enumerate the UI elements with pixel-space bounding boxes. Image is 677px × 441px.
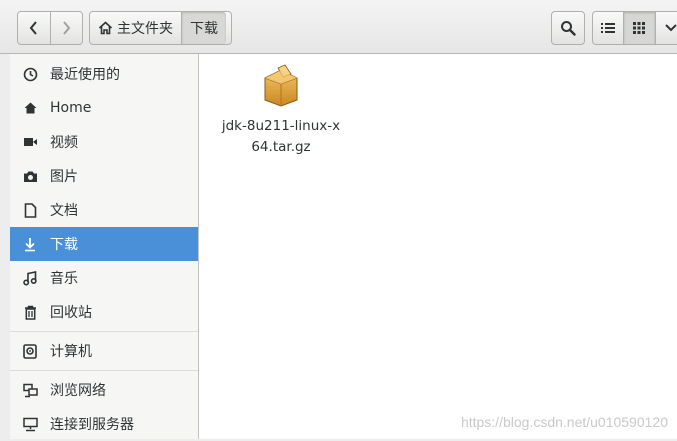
forward-button[interactable] xyxy=(49,12,83,44)
path-crumb-home-label: 主文件夹 xyxy=(117,21,173,37)
file-name: jdk-8u211-linux-x64.tar.gz xyxy=(221,118,341,155)
home-icon xyxy=(98,21,113,35)
path-crumb-home[interactable]: 主文件夹 xyxy=(90,12,181,44)
sidebar-item-connect-server[interactable]: 连接到服务器 xyxy=(10,407,198,441)
sidebar-item-videos[interactable]: 视频 xyxy=(10,125,198,159)
video-icon xyxy=(22,134,38,150)
sidebar-item-label: 文档 xyxy=(50,203,78,219)
computer-icon xyxy=(22,343,38,359)
places-sidebar: 最近使用的 Home 视频 图片 文档 下载 音乐 回收站 计算机 浏览网络 连… xyxy=(10,54,199,439)
list-view-button[interactable] xyxy=(593,12,623,44)
chevron-left-icon xyxy=(29,21,37,35)
sidebar-item-downloads[interactable]: 下载 xyxy=(10,227,198,261)
camera-icon xyxy=(22,168,38,184)
view-options-button[interactable] xyxy=(654,12,677,44)
sidebar-separator xyxy=(10,370,198,371)
sidebar-item-recent[interactable]: 最近使用的 xyxy=(10,57,198,91)
path-bar: 主文件夹 下载 xyxy=(89,11,232,45)
sidebar-item-computer[interactable]: 计算机 xyxy=(10,334,198,368)
chevron-down-icon xyxy=(665,24,677,32)
network-icon xyxy=(22,382,38,398)
search-icon xyxy=(561,21,576,36)
sidebar-item-label: Home xyxy=(50,100,92,116)
grid-view-icon xyxy=(633,22,646,34)
chevron-right-icon xyxy=(63,21,71,35)
grid-view-button[interactable] xyxy=(623,12,655,44)
sidebar-item-label: 视频 xyxy=(50,135,78,151)
sidebar-item-documents[interactable]: 文档 xyxy=(10,193,198,227)
download-icon xyxy=(22,236,38,252)
sidebar-item-music[interactable]: 音乐 xyxy=(10,261,198,295)
watermark-text: https://blog.csdn.net/u010590120 xyxy=(460,414,668,430)
sidebar-separator xyxy=(10,331,198,332)
document-icon xyxy=(22,202,38,218)
view-mode-buttons xyxy=(592,11,677,45)
trash-icon xyxy=(22,304,38,320)
sidebar-item-label: 下载 xyxy=(50,237,78,253)
music-icon xyxy=(22,270,38,286)
navigation-buttons xyxy=(17,11,83,45)
sidebar-item-pictures[interactable]: 图片 xyxy=(10,159,198,193)
sidebar-item-label: 音乐 xyxy=(50,271,78,287)
home-icon xyxy=(22,100,38,116)
sidebar-item-network[interactable]: 浏览网络 xyxy=(10,373,198,407)
sidebar-item-label: 连接到服务器 xyxy=(50,417,134,433)
sidebar-item-trash[interactable]: 回收站 xyxy=(10,295,198,329)
search-button[interactable] xyxy=(551,11,585,45)
path-crumb-current[interactable]: 下载 xyxy=(181,12,226,44)
header-bar: 主文件夹 下载 xyxy=(0,0,677,54)
sidebar-item-label: 回收站 xyxy=(50,305,92,321)
sidebar-item-label: 图片 xyxy=(50,169,78,185)
file-item[interactable]: jdk-8u211-linux-x64.tar.gz xyxy=(219,64,343,158)
sidebar-item-label: 浏览网络 xyxy=(50,383,106,399)
recent-clock-icon xyxy=(22,66,38,82)
sidebar-item-label: 最近使用的 xyxy=(50,67,120,83)
archive-package-icon xyxy=(264,64,298,107)
path-crumb-current-label: 下载 xyxy=(190,21,218,37)
file-view[interactable]: jdk-8u211-linux-x64.tar.gz https://blog.… xyxy=(199,54,677,439)
server-icon xyxy=(22,416,38,432)
list-view-icon xyxy=(601,23,616,33)
back-button[interactable] xyxy=(18,12,50,44)
sidebar-item-home[interactable]: Home xyxy=(10,91,198,125)
sidebar-item-label: 计算机 xyxy=(50,344,92,360)
